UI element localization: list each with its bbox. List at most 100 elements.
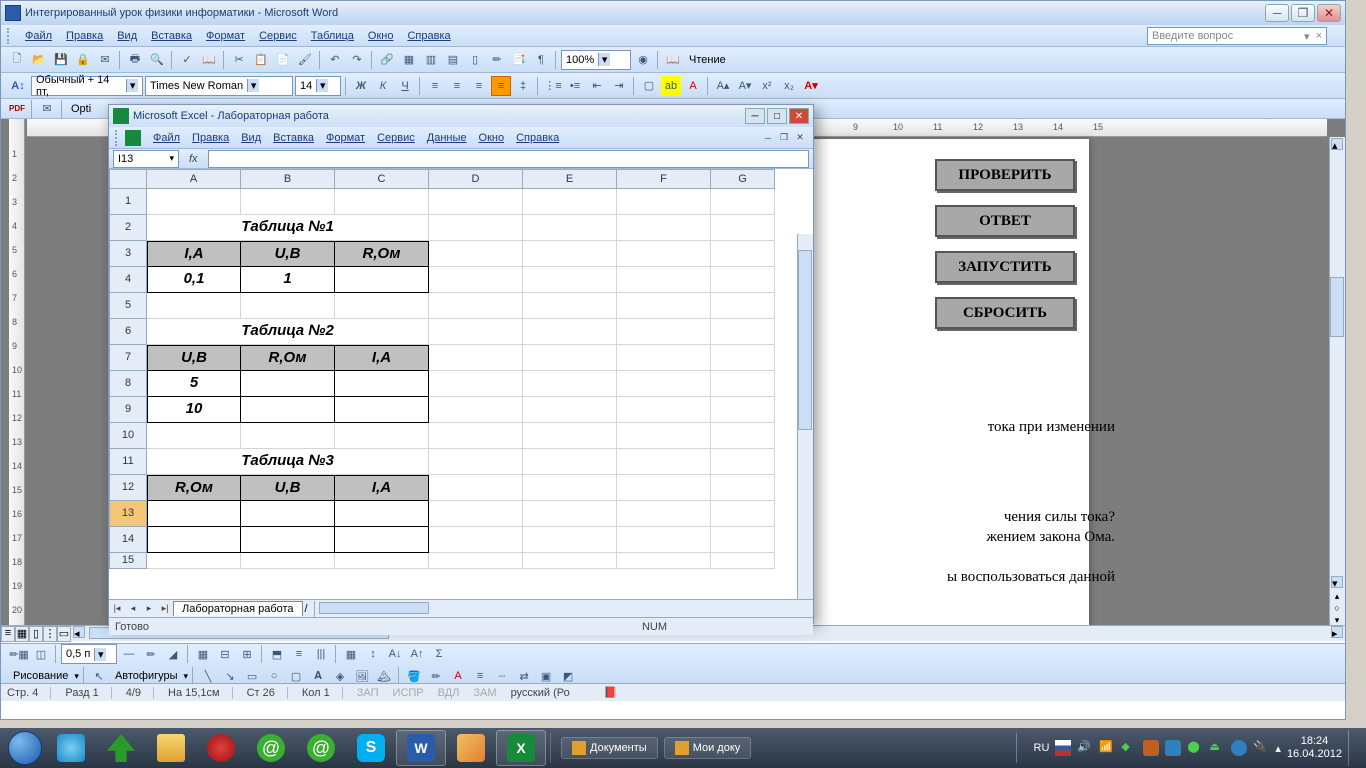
line-weight-combo[interactable]: 0,5 п▾ (61, 644, 117, 664)
prev-page-icon[interactable]: ▴ (1330, 591, 1344, 603)
excel-hscroll-thumb[interactable] (319, 602, 429, 614)
tray-shield-icon[interactable]: ◆ (1121, 740, 1137, 756)
taskbar-documents-pill[interactable]: Документы (561, 737, 658, 759)
cell[interactable]: R,Ом (335, 241, 429, 267)
cell[interactable] (241, 371, 335, 397)
row-header[interactable]: 12 (109, 475, 147, 501)
cell[interactable] (335, 371, 429, 397)
cell[interactable] (335, 553, 429, 569)
underline-icon[interactable]: Ч (395, 76, 415, 96)
cell[interactable]: U,B (147, 345, 241, 371)
border-color-icon[interactable]: ✏ (141, 644, 161, 664)
row-header[interactable]: 2 (109, 215, 147, 241)
cell[interactable] (711, 423, 775, 449)
cell[interactable]: U,B (241, 241, 335, 267)
formula-bar[interactable] (208, 150, 809, 168)
menu-view[interactable]: Вид (111, 28, 143, 44)
cell[interactable] (617, 527, 711, 553)
shrink-font-icon[interactable]: A▾ (735, 76, 755, 96)
taskbar-ie-icon[interactable] (46, 730, 96, 766)
bold-icon[interactable]: Ж (351, 76, 371, 96)
menu-help[interactable]: Справка (401, 28, 456, 44)
tab-next-icon[interactable]: ▸ (141, 603, 157, 614)
cell[interactable] (523, 553, 617, 569)
cell[interactable] (335, 501, 429, 527)
menu-window[interactable]: Окно (362, 28, 400, 44)
outline-view-icon[interactable]: ⋮ (43, 626, 57, 642)
check-button[interactable]: ПРОВЕРИТЬ (935, 159, 1075, 191)
col-header-g[interactable]: G (711, 169, 775, 189)
style-combo[interactable]: Обычный + 14 пт,▾ (31, 76, 143, 96)
status-lang[interactable]: русский (Ро (511, 687, 570, 699)
excel-menu-edit[interactable]: Правка (186, 130, 235, 146)
workbook-close-icon[interactable]: ✕ (793, 131, 807, 145)
excel-doc-icon[interactable] (125, 130, 141, 146)
cell[interactable] (523, 319, 617, 345)
status-ovr[interactable]: ЗАМ (473, 687, 496, 699)
row-header[interactable]: 11 (109, 449, 147, 475)
status-ext[interactable]: ВДЛ (438, 687, 460, 699)
help-icon[interactable]: ◉ (633, 50, 653, 70)
taskbar-skype-icon[interactable]: S (346, 730, 396, 766)
scroll-thumb[interactable] (1330, 277, 1344, 337)
font-color-icon[interactable]: A (683, 76, 703, 96)
tray-chevron-icon[interactable]: ▴ (1275, 742, 1281, 755)
cell[interactable] (617, 241, 711, 267)
styles-pane-icon[interactable]: A↕ (7, 76, 29, 96)
cell[interactable] (429, 293, 523, 319)
sort-asc-icon[interactable]: A↓ (385, 644, 405, 664)
scroll-left-icon[interactable]: ◂ (73, 626, 85, 638)
select-all-corner[interactable] (109, 169, 147, 189)
cell[interactable] (335, 527, 429, 553)
cell[interactable]: I,A (335, 345, 429, 371)
row-header[interactable]: 4 (109, 267, 147, 293)
cell[interactable] (429, 475, 523, 501)
cell[interactable]: Таблица №1 (147, 215, 429, 241)
cell[interactable] (241, 189, 335, 215)
excel-menu-data[interactable]: Данные (421, 130, 473, 146)
align-center-icon[interactable]: ≡ (447, 76, 467, 96)
excel-vscroll-thumb[interactable] (798, 250, 812, 430)
cell[interactable] (147, 189, 241, 215)
cell[interactable]: Таблица №2 (147, 319, 429, 345)
cell[interactable]: 1 (241, 267, 335, 293)
research-icon[interactable]: 📖 (199, 50, 219, 70)
tray-app2-icon[interactable] (1165, 740, 1181, 756)
cell[interactable] (711, 553, 775, 569)
cell[interactable] (241, 527, 335, 553)
excel-titlebar[interactable]: Microsoft Excel - Лабораторная работа ─ … (109, 105, 813, 127)
mail-icon[interactable]: ✉ (95, 50, 115, 70)
col-header-c[interactable]: C (335, 169, 429, 189)
row-header[interactable]: 5 (109, 293, 147, 319)
autosum-icon[interactable]: Σ (429, 644, 449, 664)
status-rec[interactable]: ЗАП (357, 687, 379, 699)
tray-volume-icon[interactable]: 🔊 (1077, 740, 1093, 756)
cell[interactable] (711, 449, 775, 475)
columns-icon[interactable]: ▯ (465, 50, 485, 70)
col-header-e[interactable]: E (523, 169, 617, 189)
cell[interactable] (335, 423, 429, 449)
split-cells-icon[interactable]: ⊞ (237, 644, 257, 664)
highlight-icon[interactable]: ab (661, 76, 681, 96)
show-marks-icon[interactable]: ¶ (531, 50, 551, 70)
menu-tools[interactable]: Сервис (253, 28, 303, 44)
taskbar-mail2-icon[interactable]: @ (296, 730, 346, 766)
vertical-ruler[interactable]: 123 456 789 101112 131415 161718 1920 (9, 119, 25, 629)
cell[interactable]: U,B (241, 475, 335, 501)
cell[interactable] (711, 215, 775, 241)
excel-maximize-button[interactable]: □ (767, 108, 787, 124)
help-question-box[interactable]: Введите вопрос ▾ × (1147, 27, 1327, 45)
tray-network-icon[interactable]: 📶 (1099, 740, 1115, 756)
cell[interactable] (617, 319, 711, 345)
cell[interactable] (429, 527, 523, 553)
cell[interactable] (429, 371, 523, 397)
tab-first-icon[interactable]: |◂ (109, 603, 125, 614)
cell[interactable] (429, 215, 523, 241)
taskbar-excel-icon[interactable]: X (496, 730, 546, 766)
row-header[interactable]: 1 (109, 189, 147, 215)
menu-format[interactable]: Формат (200, 28, 251, 44)
cell[interactable] (241, 397, 335, 423)
numbering-icon[interactable]: ⋮≡ (543, 76, 563, 96)
cell[interactable]: R,Ом (147, 475, 241, 501)
italic-icon[interactable]: К (373, 76, 393, 96)
